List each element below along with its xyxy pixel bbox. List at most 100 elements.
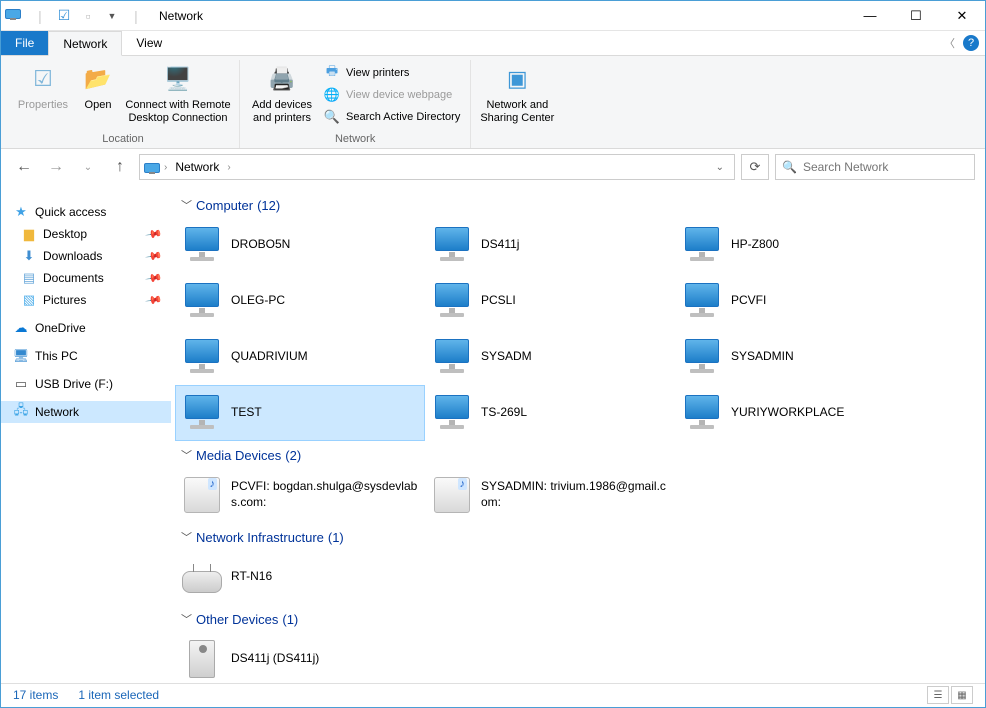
breadcrumb-network[interactable]: Network: [171, 160, 223, 174]
sidebar-network[interactable]: 🖧Network: [1, 401, 171, 423]
network-item[interactable]: HP-Z800: [675, 217, 925, 273]
properties-button[interactable]: ☑ Properties: [13, 60, 73, 131]
view-webpage-label: View device webpage: [346, 89, 452, 101]
sidebar-pictures-label: Pictures: [43, 293, 86, 307]
tiles-view-button[interactable]: ▦: [951, 686, 973, 704]
group-media-header[interactable]: ﹀ Media Devices (2): [175, 441, 981, 467]
tab-network[interactable]: Network: [48, 31, 122, 56]
help-icon[interactable]: ?: [963, 35, 979, 51]
address-sep-2[interactable]: ›: [227, 162, 230, 173]
item-icon: [431, 224, 473, 266]
sharing-center-button[interactable]: ▣ Network and Sharing Center: [477, 60, 557, 131]
ribbon-tabs: File Network View 〈 ?: [1, 31, 985, 56]
up-button[interactable]: ↑: [107, 154, 133, 180]
sidebar-network-label: Network: [35, 405, 79, 419]
qat-dropdown[interactable]: ▼: [101, 5, 123, 27]
tab-file[interactable]: File: [1, 31, 48, 55]
qat-separator: |: [29, 5, 51, 27]
group-infra-header[interactable]: ﹀ Network Infrastructure (1): [175, 523, 981, 549]
back-button[interactable]: ←: [11, 154, 37, 180]
group-computer-header[interactable]: ﹀ Computer (12): [175, 191, 981, 217]
item-icon: [181, 280, 223, 322]
remote-desktop-label: Connect with Remote Desktop Connection: [125, 99, 231, 125]
network-item[interactable]: PCVFI: bogdan.shulga@sysdevlabs.com:: [175, 467, 425, 523]
item-label: TEST: [231, 405, 262, 421]
sidebar-usb[interactable]: ▭USB Drive (F:): [1, 373, 171, 395]
sidebar-downloads[interactable]: ⬇Downloads📌: [1, 245, 171, 267]
search-box[interactable]: 🔍: [775, 154, 975, 180]
network-item[interactable]: DS411j: [425, 217, 675, 273]
network-item[interactable]: TS-269L: [425, 385, 675, 441]
network-item[interactable]: SYSADMIN: [675, 329, 925, 385]
refresh-button[interactable]: ⟳: [741, 154, 769, 180]
usb-icon: ▭: [13, 376, 29, 392]
pc-icon: 🖥: [13, 348, 29, 364]
network-item[interactable]: SYSADMIN: trivium.1986@gmail.com:: [425, 467, 675, 523]
search-input[interactable]: [803, 160, 968, 174]
cloud-icon: ☁: [13, 320, 29, 336]
open-button[interactable]: 📂 Open: [75, 60, 121, 131]
window-title: Network: [159, 9, 203, 23]
network-item[interactable]: SYSADM: [425, 329, 675, 385]
item-icon: [681, 392, 723, 434]
qat-network-icon[interactable]: [5, 5, 27, 27]
downloads-icon: ⬇: [21, 248, 37, 264]
minimize-button[interactable]: —: [847, 1, 893, 31]
network-item[interactable]: DS411j (DS411j): [175, 631, 425, 683]
details-view-button[interactable]: ☰: [927, 686, 949, 704]
view-printers-button[interactable]: 🖶View printers: [320, 62, 464, 84]
group-location-label: Location: [102, 131, 144, 148]
sidebar-onedrive[interactable]: ☁ OneDrive: [1, 317, 171, 339]
ribbon: ☑ Properties 📂 Open 🖥️ Connect with Remo…: [1, 56, 985, 149]
maximize-button[interactable]: ☐: [893, 1, 939, 31]
add-devices-button[interactable]: 🖨️ Add devices and printers: [246, 60, 318, 131]
qat-new-folder-icon[interactable]: ▫: [77, 5, 99, 27]
network-item[interactable]: PCVFI: [675, 273, 925, 329]
address-sep[interactable]: ›: [164, 162, 167, 173]
ribbon-collapse-icon[interactable]: 〈: [944, 35, 955, 51]
group-computer-count: (12): [257, 198, 280, 213]
sidebar-onedrive-label: OneDrive: [35, 321, 86, 335]
network-item[interactable]: QUADRIVIUM: [175, 329, 425, 385]
network-item[interactable]: RT-N16: [175, 549, 425, 605]
search-ad-button[interactable]: 🔍Search Active Directory: [320, 106, 464, 128]
qat-properties-icon[interactable]: ☑: [53, 5, 75, 27]
group-other-header[interactable]: ﹀ Other Devices (1): [175, 605, 981, 631]
sidebar-thispc[interactable]: 🖥This PC: [1, 345, 171, 367]
remote-desktop-icon: 🖥️: [162, 63, 194, 95]
directory-icon: 🔍: [324, 109, 340, 125]
content-pane[interactable]: ﹀ Computer (12) DROBO5NDS411jHP-Z800 OLEG…: [171, 185, 985, 683]
network-item[interactable]: YURIYWORKPLACE: [675, 385, 925, 441]
sidebar-quick-access[interactable]: ★Quick access: [1, 201, 171, 223]
address-box[interactable]: › Network › ⌄: [139, 154, 735, 180]
address-history-dropdown[interactable]: ⌄: [710, 162, 730, 173]
network-item[interactable]: DROBO5N: [175, 217, 425, 273]
item-icon: [431, 336, 473, 378]
chevron-down-icon: ﹀: [181, 529, 192, 545]
tab-view[interactable]: View: [122, 31, 176, 55]
forward-button[interactable]: →: [43, 154, 69, 180]
item-label: PCVFI: [731, 293, 766, 309]
recent-locations-button[interactable]: ⌄: [75, 154, 101, 180]
address-bar: ← → ⌄ ↑ › Network › ⌄ ⟳ 🔍: [1, 149, 985, 185]
group-infra-label: Network Infrastructure: [196, 530, 324, 545]
sidebar-desktop[interactable]: ▆Desktop📌: [1, 223, 171, 245]
network-item[interactable]: OLEG-PC: [175, 273, 425, 329]
close-button[interactable]: ✕: [939, 1, 985, 31]
remote-desktop-button[interactable]: 🖥️ Connect with Remote Desktop Connectio…: [123, 60, 233, 131]
group-other-label: Other Devices: [196, 612, 278, 627]
view-webpage-button[interactable]: 🌐View device webpage: [320, 84, 464, 106]
network-item[interactable]: TEST: [175, 385, 425, 441]
status-selected-count: 1 item selected: [78, 688, 159, 702]
qat-separator-2: |: [125, 5, 147, 27]
item-label: PCVFI: bogdan.shulga@sysdevlabs.com:: [231, 479, 419, 510]
title-bar: | ☑ ▫ ▼ | Network — ☐ ✕: [1, 1, 985, 31]
item-icon: [431, 280, 473, 322]
properties-icon: ☑: [27, 63, 59, 95]
network-item[interactable]: PCSLI: [425, 273, 675, 329]
sidebar-documents-label: Documents: [43, 271, 104, 285]
sidebar-quick-label: Quick access: [35, 205, 106, 219]
sidebar-pictures[interactable]: ▧Pictures📌: [1, 289, 171, 311]
sidebar-documents[interactable]: ▤Documents📌: [1, 267, 171, 289]
chevron-down-icon: ﹀: [181, 197, 192, 213]
